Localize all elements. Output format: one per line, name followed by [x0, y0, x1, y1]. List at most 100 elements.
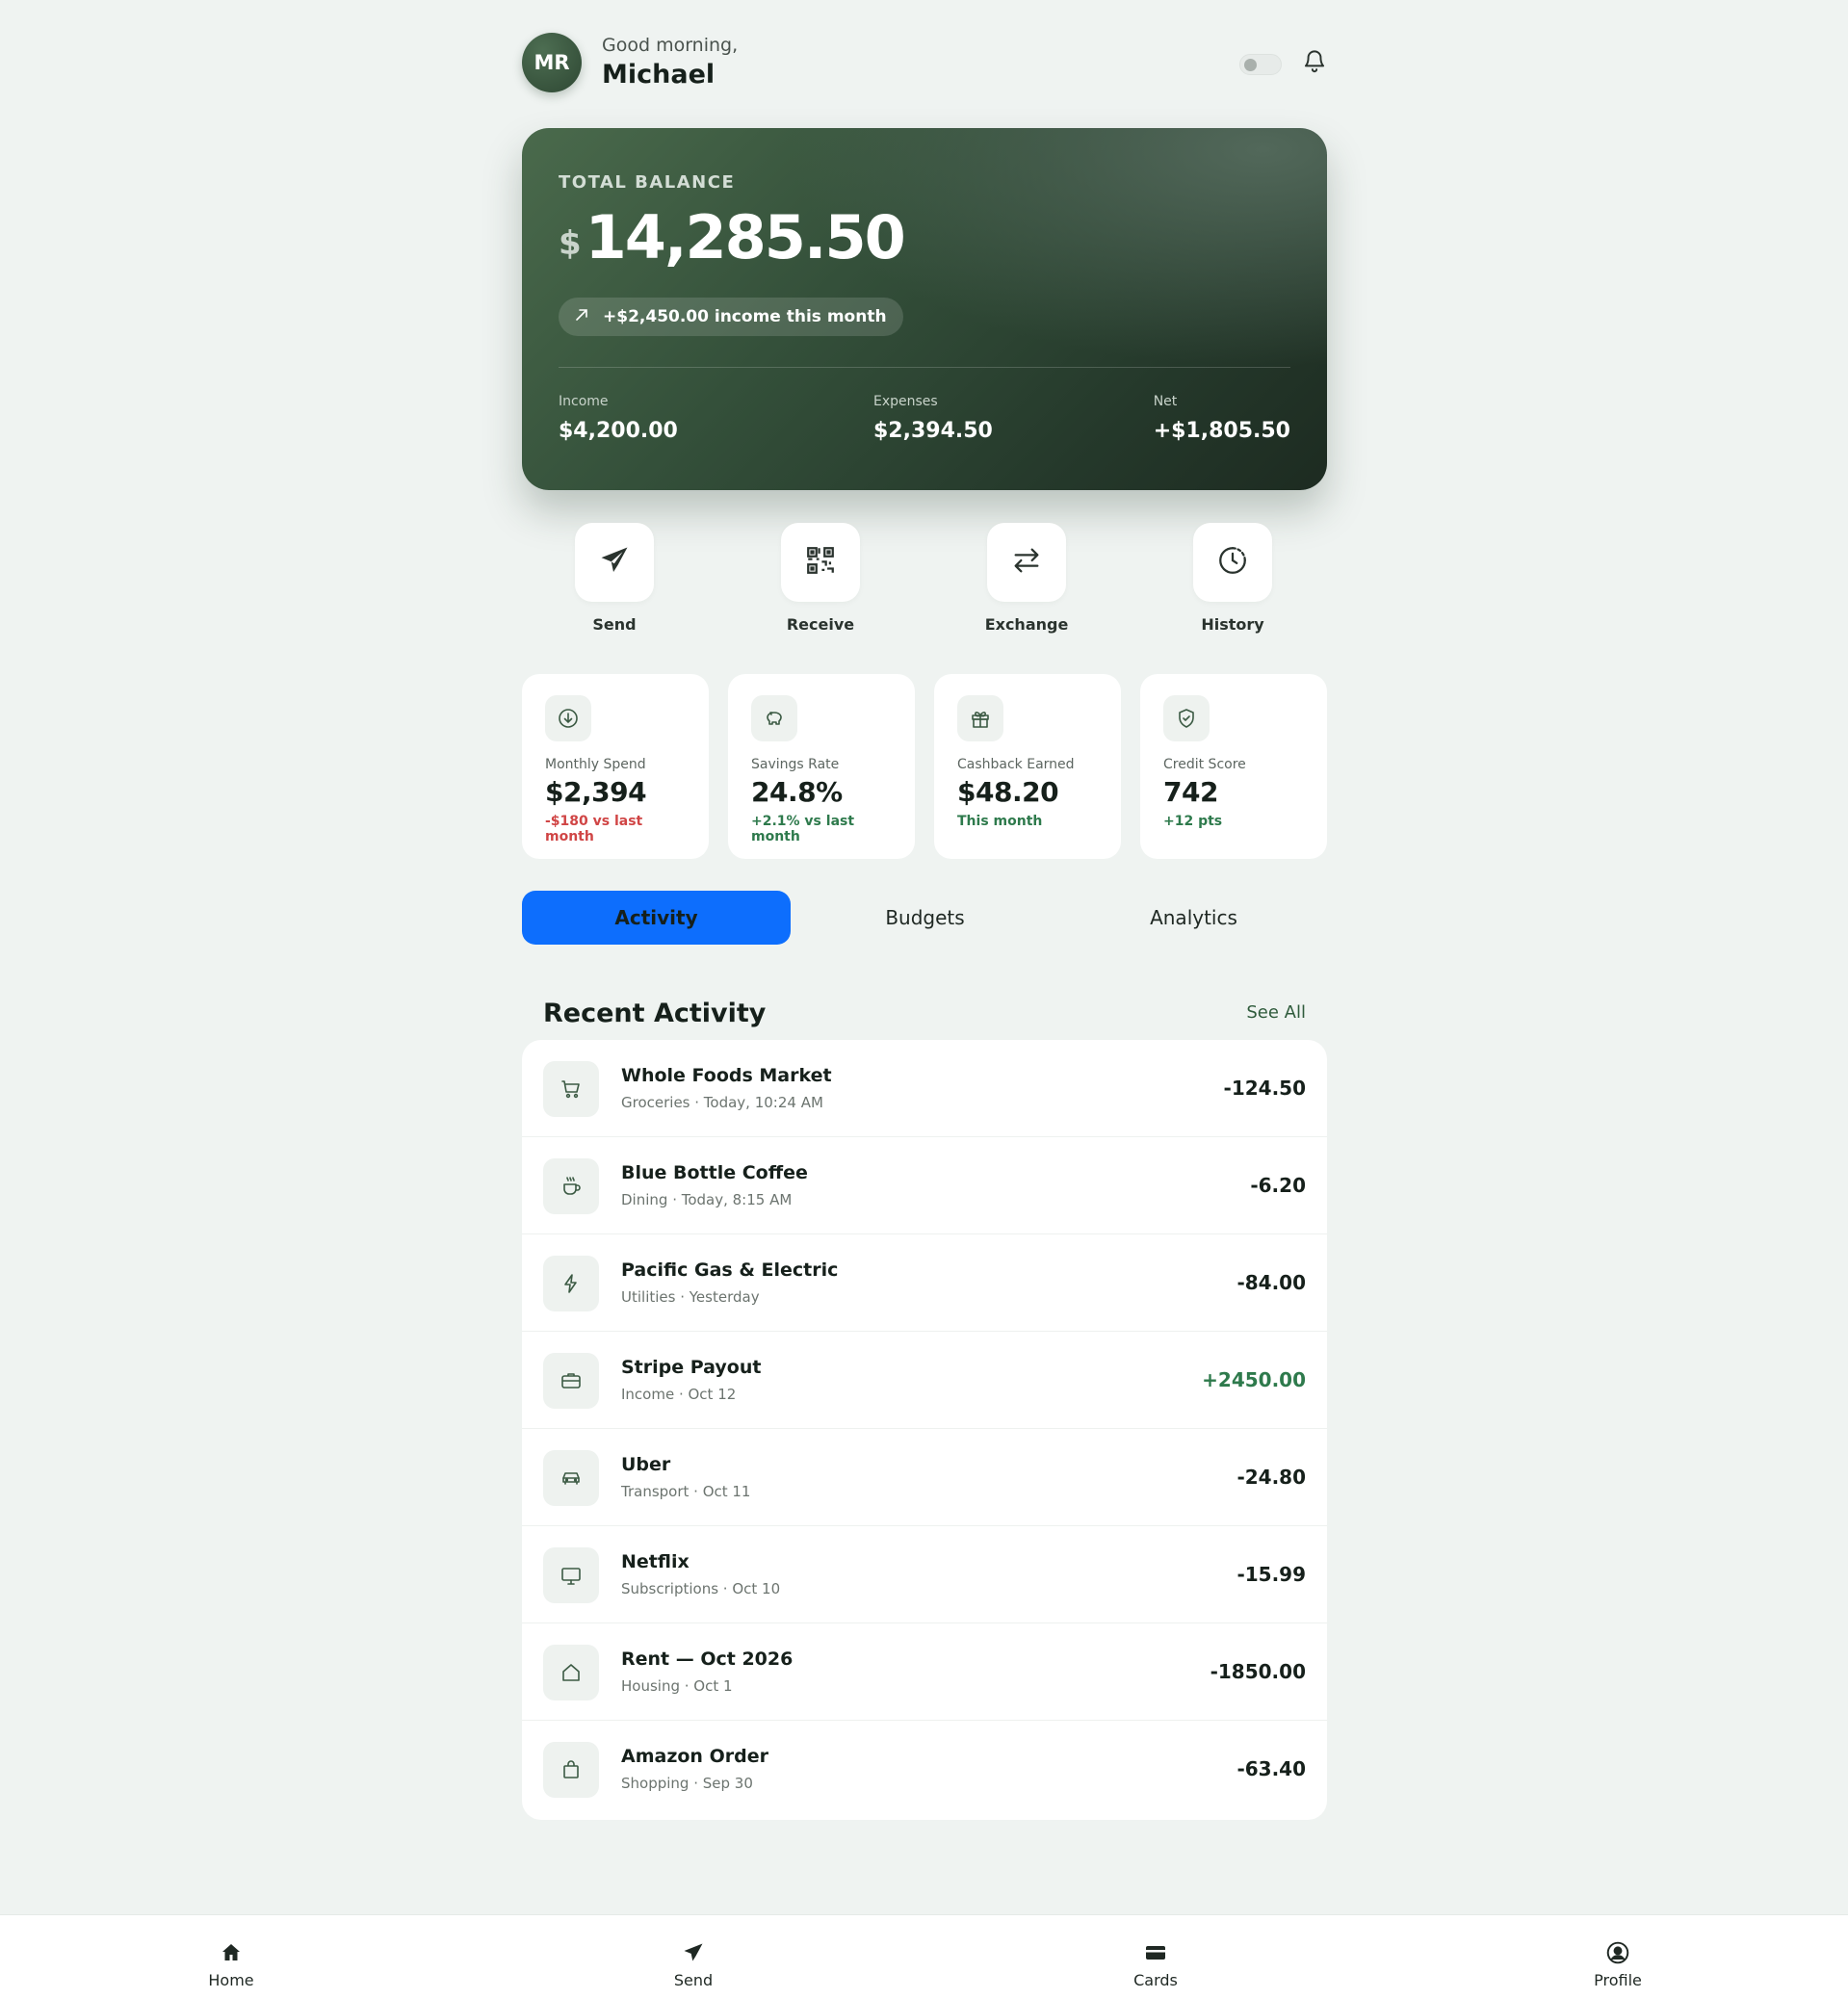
table-row[interactable]: Uber Transport · Oct 11 -24.80 [522, 1429, 1327, 1526]
metric-delta: +2.1% vs last month [751, 814, 855, 844]
lightning-bolt-icon [543, 1256, 599, 1311]
stat-net-label: Net [1153, 394, 1178, 409]
tab-analytics[interactable]: Analytics [1059, 891, 1328, 945]
history-action-button[interactable]: History [1175, 523, 1290, 634]
tab-budgets[interactable]: Budgets [791, 891, 1059, 945]
transaction-name: Stripe Payout [621, 1357, 762, 1378]
transaction-list: Whole Foods Market Groceries · Today, 10… [522, 1040, 1327, 1820]
nav-item-home[interactable]: Home [173, 1940, 289, 1989]
send-action-label: Send [592, 615, 637, 634]
transaction-meta: Utilities · Yesterday [621, 1288, 760, 1306]
send-action-box[interactable] [575, 523, 654, 602]
transaction-name: Uber [621, 1454, 671, 1475]
paper-plane-icon [598, 544, 631, 581]
transaction-name: Amazon Order [621, 1746, 768, 1767]
avatar[interactable]: MR [522, 33, 582, 92]
coffee-cup-icon [543, 1158, 599, 1214]
receive-action-button[interactable]: Receive [763, 523, 878, 634]
nav-item-cards[interactable]: Cards [1098, 1940, 1213, 1989]
table-row[interactable]: Amazon Order Shopping · Sep 30 -63.40 [522, 1721, 1327, 1818]
swap-arrows-icon [1010, 544, 1043, 581]
nav-label-send: Send [673, 1971, 714, 1989]
income-pill: +$2,450.00 income this month [559, 298, 903, 336]
clock-icon [1216, 544, 1249, 581]
exchange-action-label: Exchange [984, 615, 1069, 634]
table-row[interactable]: Rent — Oct 2026 Housing · Oct 1 -1850.00 [522, 1623, 1327, 1721]
metrics-grid: Monthly Spend $2,394 -$180 vs last month… [522, 674, 1327, 859]
arrow-up-right-icon [574, 307, 589, 327]
shopping-cart-icon [543, 1061, 599, 1117]
receive-action-label: Receive [786, 615, 855, 634]
stat-income-label: Income [559, 394, 609, 409]
transaction-amount: -84.00 [1236, 1271, 1306, 1294]
balance-amount: $ 14,285.50 [559, 202, 906, 273]
nav-item-send[interactable]: Send [636, 1940, 751, 1989]
balance-currency: $ [559, 224, 582, 264]
table-row[interactable]: Blue Bottle Coffee Dining · Today, 8:15 … [522, 1137, 1327, 1234]
metric-card-cashback[interactable]: Cashback Earned $48.20 This month [934, 674, 1121, 859]
shopping-bag-icon [543, 1742, 599, 1798]
paper-plane-icon [636, 1940, 751, 1965]
balance-card: TOTAL BALANCE $ 14,285.50 +$2,450.00 inc… [522, 128, 1327, 490]
transaction-meta: Subscriptions · Oct 10 [621, 1580, 781, 1597]
balance-value: 14,285.50 [585, 202, 906, 273]
toggle-knob [1244, 59, 1257, 71]
stat-expenses: Expenses $2,394.50 [873, 394, 993, 443]
metric-card-monthly-spend[interactable]: Monthly Spend $2,394 -$180 vs last month [522, 674, 709, 859]
piggy-bank-icon [751, 695, 797, 741]
metric-delta: +12 pts [1163, 814, 1223, 829]
table-row[interactable]: Whole Foods Market Groceries · Today, 10… [522, 1040, 1327, 1137]
transaction-name: Rent — Oct 2026 [621, 1649, 794, 1670]
stat-net: Net +$1,805.50 [1154, 394, 1290, 443]
theme-toggle[interactable] [1239, 54, 1282, 75]
transaction-amount: +2450.00 [1202, 1368, 1306, 1391]
transaction-meta: Dining · Today, 8:15 AM [621, 1191, 793, 1208]
monitor-icon [543, 1547, 599, 1603]
see-all-link[interactable]: See All [1246, 1002, 1306, 1023]
transaction-amount: -15.99 [1236, 1563, 1306, 1586]
nav-item-profile[interactable]: Profile [1560, 1940, 1676, 1989]
qr-code-icon [804, 544, 837, 581]
gift-icon [957, 695, 1003, 741]
transaction-meta: Groceries · Today, 10:24 AM [621, 1094, 823, 1111]
balance-divider [559, 367, 1290, 368]
transaction-amount: -1850.00 [1210, 1660, 1306, 1683]
history-action-label: History [1201, 615, 1264, 634]
metric-value: $48.20 [957, 776, 1059, 808]
metric-value: 742 [1163, 776, 1218, 808]
metric-card-savings-rate[interactable]: Savings Rate 24.8% +2.1% vs last month [728, 674, 915, 859]
arrow-down-circle-icon [545, 695, 591, 741]
table-row[interactable]: Pacific Gas & Electric Utilities · Yeste… [522, 1234, 1327, 1332]
table-row[interactable]: Stripe Payout Income · Oct 12 +2450.00 [522, 1332, 1327, 1429]
transaction-meta: Shopping · Sep 30 [621, 1775, 753, 1792]
income-pill-text: +$2,450.00 income this month [603, 307, 887, 326]
stat-expenses-label: Expenses [873, 394, 938, 409]
header: MR Good morning, Michael [522, 33, 1327, 92]
metric-value: $2,394 [545, 776, 647, 808]
metric-label: Savings Rate [751, 757, 840, 772]
history-action-box[interactable] [1193, 523, 1272, 602]
metric-value: 24.8% [751, 776, 843, 808]
transaction-meta: Transport · Oct 11 [621, 1483, 751, 1500]
quick-actions: Send Receive Exchange History [522, 523, 1327, 638]
recent-activity-title: Recent Activity [543, 999, 767, 1028]
send-action-button[interactable]: Send [557, 523, 672, 634]
table-row[interactable]: Netflix Subscriptions · Oct 10 -15.99 [522, 1526, 1327, 1623]
bell-icon[interactable] [1302, 46, 1327, 75]
receive-action-box[interactable] [781, 523, 860, 602]
transaction-name: Blue Bottle Coffee [621, 1162, 808, 1183]
transaction-amount: -24.80 [1236, 1466, 1306, 1489]
stat-income: Income $4,200.00 [559, 394, 678, 443]
user-circle-icon [1560, 1940, 1676, 1965]
stat-expenses-value: $2,394.50 [873, 419, 993, 443]
briefcase-icon [543, 1353, 599, 1409]
tab-activity[interactable]: Activity [522, 891, 791, 945]
transaction-amount: -6.20 [1250, 1174, 1306, 1197]
exchange-action-box[interactable] [987, 523, 1066, 602]
transaction-meta: Income · Oct 12 [621, 1386, 737, 1403]
metric-card-credit-score[interactable]: Credit Score 742 +12 pts [1140, 674, 1327, 859]
home-icon [173, 1940, 289, 1965]
exchange-action-button[interactable]: Exchange [969, 523, 1084, 634]
username: Michael [602, 60, 716, 90]
nav-label-cards: Cards [1133, 1971, 1178, 1989]
